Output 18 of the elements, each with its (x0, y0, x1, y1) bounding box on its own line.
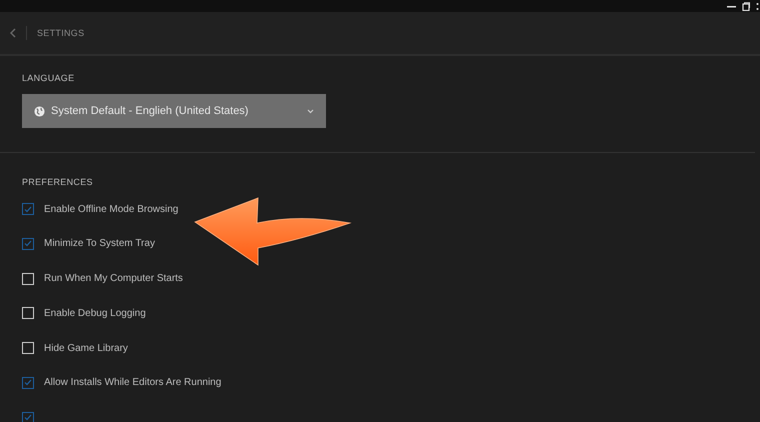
section-heading: PREFERENCES (22, 177, 94, 187)
back-icon[interactable] (10, 28, 16, 38)
checkbox-label: Hide Game Library (44, 342, 128, 354)
chevron-icon (307, 108, 314, 114)
restore-icon[interactable] (742, 2, 750, 10)
checkbox[interactable] (22, 203, 34, 215)
checkbox-label: Minimize To System Tray (44, 238, 155, 250)
section-heading: LANGUAGE (22, 73, 76, 83)
language-dropdown[interactable]: System Default - Englieh (United States) (22, 94, 326, 128)
checkbox-label: Allow Installs While Editors Are Running (44, 377, 222, 388)
page-title: SETTINGS (37, 28, 84, 38)
checkbox[interactable] (22, 412, 34, 422)
checkbox-label: Enable Debug Logging (44, 308, 146, 319)
checkbox[interactable] (22, 238, 34, 250)
checkbox-label: Enable Offline Mode Browsing (44, 204, 178, 214)
checkbox[interactable] (22, 376, 34, 389)
globe-icon (34, 106, 45, 116)
checkbox-label: Run When My Computer Starts (44, 273, 183, 284)
